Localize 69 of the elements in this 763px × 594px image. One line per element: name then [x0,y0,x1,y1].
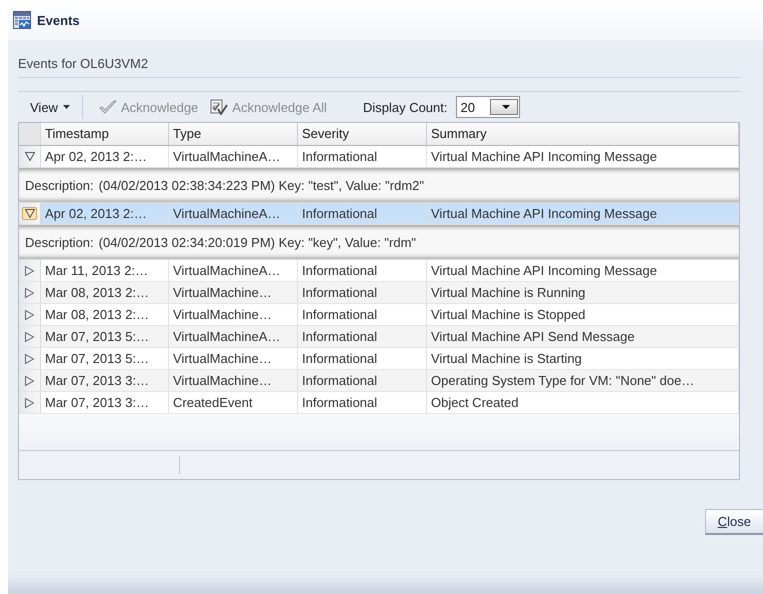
table-cell: Informational [298,304,427,325]
display-count-dropdown[interactable]: 20 [456,96,520,118]
expand-icon[interactable] [22,330,37,343]
column-header[interactable]: Timestamp [41,123,169,145]
table-cell: Mar 07, 2013 3:… [41,392,169,413]
table-row[interactable]: Mar 07, 2013 3:… VirtualMachine… Informational Operating System Type for VM: "None" doe… [19,370,739,392]
close-button[interactable]: Close [704,509,763,535]
table-cell: CreatedEvent [169,392,298,413]
table-cell: Virtual Machine is Starting [427,348,739,369]
table-cell: Virtual Machine API Send Message [427,326,739,347]
table-cell: VirtualMachineA… [169,260,298,281]
table-cell: Virtual Machine is Running [427,282,739,303]
table-cell: VirtualMachine… [169,348,298,369]
collapse-icon[interactable] [22,150,37,163]
description-label: Description: [25,234,94,250]
table-row[interactable]: Apr 02, 2013 2:… VirtualMachineA… Informational Virtual Machine API Incoming Message [19,203,739,225]
column-header[interactable]: Type [169,123,298,145]
table-cell: Virtual Machine is Stopped [427,304,739,325]
table-cell: Apr 02, 2013 2:… [41,203,169,224]
expand-icon[interactable] [22,352,37,365]
table-cell: VirtualMachine… [169,304,298,325]
section-heading: Events for OL6U3VM2 [18,40,740,78]
table-cell: Informational [298,203,427,224]
header-corner [19,123,41,145]
description-label: Description: [25,178,94,192]
table-cell: VirtualMachineA… [169,326,298,347]
window-title: Events [37,12,80,28]
caret-icon [502,105,510,109]
table-cell: Object Created [427,392,739,413]
expand-icon[interactable] [22,308,37,321]
check-icon [98,100,117,114]
table-cell: Informational [298,370,427,391]
table-cell: Virtual Machine API Incoming Message [427,203,739,224]
expand-icon[interactable] [22,286,37,299]
table-cell: Operating System Type for VM: "None" doe… [427,370,739,391]
table-row[interactable]: Mar 07, 2013 5:… VirtualMachineA… Informational Virtual Machine API Send Message [19,326,739,348]
calendar-chart-icon [13,11,31,29]
view-menu[interactable]: View [26,95,83,119]
caret-icon [62,105,70,109]
column-header[interactable]: Summary [427,123,739,145]
table-cell: VirtualMachineA… [169,203,298,224]
table-cell: Informational [298,260,427,281]
table-cell: VirtualMachine… [169,282,298,303]
table-cell: Informational [298,282,427,303]
table-cell: Mar 08, 2013 2:… [41,282,169,303]
table-row[interactable]: Mar 08, 2013 2:… VirtualMachine… Informational Virtual Machine is Running [19,282,739,304]
collapse-icon[interactable] [22,207,37,220]
table-cell: Informational [298,392,427,413]
document-check-icon [210,99,228,115]
table-cell: Informational [298,326,427,347]
table-cell: Informational [298,348,427,369]
table-cell: Apr 02, 2013 2:… [41,146,169,167]
table-cell: Mar 08, 2013 2:… [41,304,169,325]
column-header[interactable]: Severity [298,123,427,145]
table-cell: Informational [298,146,427,167]
table-cell: Mar 11, 2013 2:… [41,260,169,281]
table-cell: Mar 07, 2013 3:… [41,370,169,391]
expand-icon[interactable] [22,396,37,409]
description-text: (04/02/2013 02:34:20:019 PM) Key: "key", Value: "rdm" [98,234,416,250]
expand-icon[interactable] [22,264,37,277]
table-cell: Mar 07, 2013 5:… [41,348,169,369]
display-count-label: Display Count: [362,100,448,114]
description-text: (04/02/2013 02:38:34:223 PM) Key: "test", Value: "rdm2" [98,178,424,192]
table-cell: Virtual Machine API Incoming Message [427,146,739,167]
expand-icon[interactable] [22,374,37,387]
table-cell: VirtualMachineA… [169,146,298,167]
table-cell: Mar 07, 2013 5:… [41,326,169,347]
table-cell: VirtualMachine… [169,370,298,391]
table-cell: Virtual Machine API Incoming Message [427,260,739,281]
